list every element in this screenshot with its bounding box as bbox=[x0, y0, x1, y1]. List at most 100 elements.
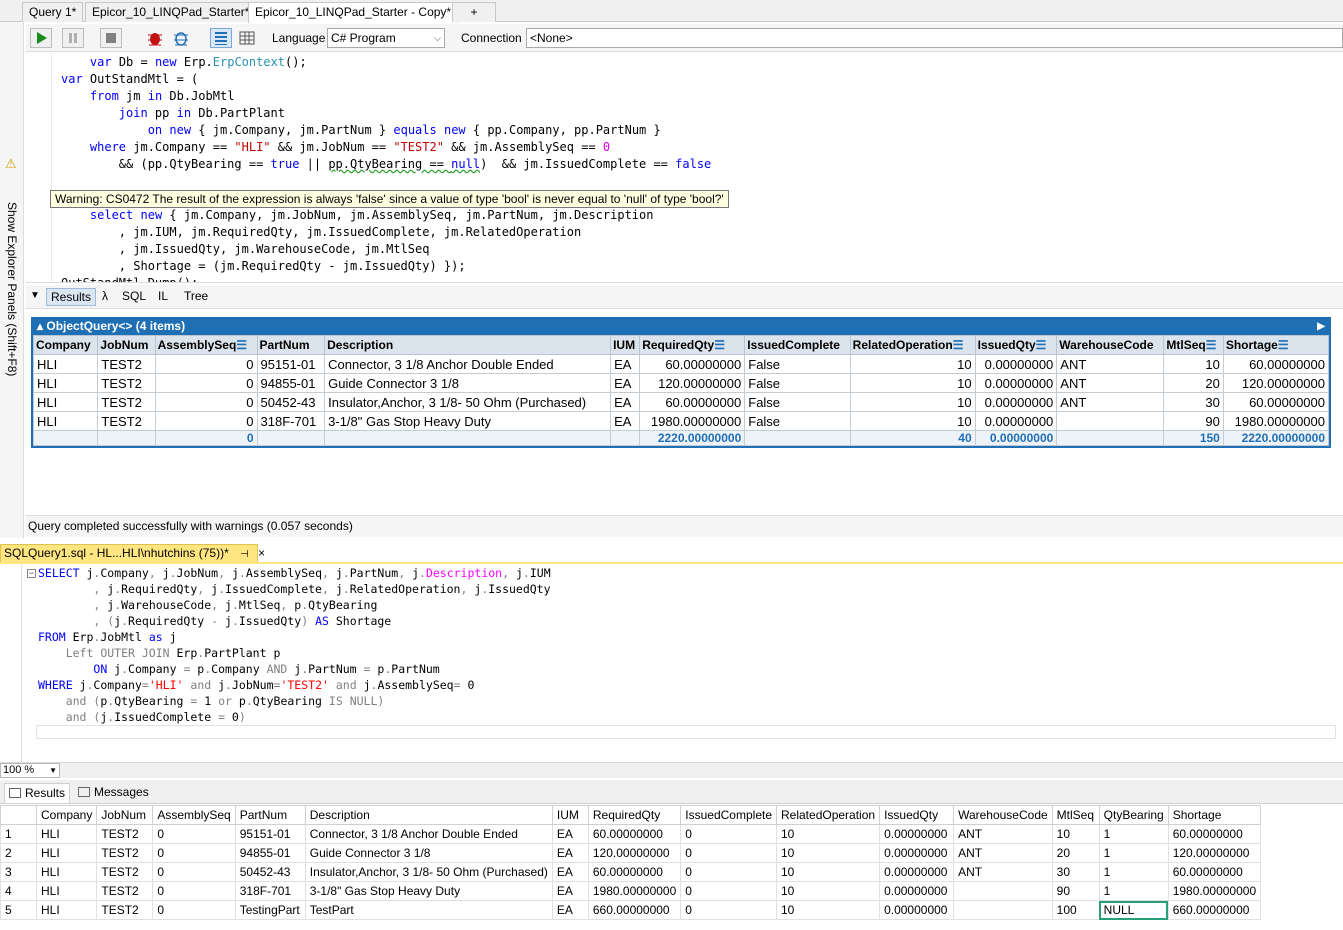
table-cell[interactable]: 0 bbox=[152, 881, 236, 901]
table-cell[interactable]: TEST2 bbox=[96, 862, 154, 882]
column-header[interactable]: IUM bbox=[610, 335, 641, 355]
table-cell[interactable]: 0.00000000 bbox=[879, 881, 955, 901]
table-cell[interactable]: 95151-01 bbox=[234, 824, 306, 844]
table-row[interactable]: 5 HLI TEST2 0 TestingPart TestPart EA 660.00000… bbox=[0, 900, 1262, 920]
language-select[interactable]: C# Program ⌵ bbox=[327, 28, 445, 48]
tab-sql[interactable]: SQL bbox=[118, 288, 150, 306]
row-number[interactable]: 2 bbox=[0, 843, 37, 863]
column-header[interactable]: MtlSeq bbox=[1051, 805, 1100, 825]
collapse-icon[interactable]: ▴ bbox=[37, 319, 43, 333]
table-cell[interactable]: TestingPart bbox=[234, 900, 306, 920]
table-cell[interactable]: 0 bbox=[680, 824, 777, 844]
new-tab-button[interactable]: + bbox=[452, 2, 496, 22]
table-cell[interactable]: 0 bbox=[680, 900, 777, 920]
column-header[interactable]: WarehouseCode bbox=[1056, 335, 1165, 355]
table-cell[interactable]: 10 bbox=[775, 843, 881, 863]
table-cell[interactable]: HLI bbox=[35, 862, 98, 882]
table-cell[interactable]: 0.00000000 bbox=[879, 900, 955, 920]
connection-select[interactable]: <None> bbox=[526, 28, 1343, 48]
tab-ssms-messages[interactable]: Messages bbox=[74, 783, 153, 803]
tab-results[interactable]: Results bbox=[46, 288, 97, 306]
table-cell[interactable]: 1 bbox=[1098, 862, 1169, 882]
column-header[interactable]: AssemblySeq bbox=[152, 805, 236, 825]
table-row[interactable]: 3 HLI TEST2 0 50452-43 Insulator,Anchor, 3 1/… bbox=[0, 862, 1262, 882]
tab-linqpad-starter-copy[interactable]: Epicor_10_LINQPad_Starter - Copy* bbox=[248, 2, 459, 23]
pin-icon[interactable]: ⊣ bbox=[240, 549, 249, 560]
table-cell[interactable]: HLI bbox=[35, 843, 98, 863]
row-number[interactable]: 3 bbox=[0, 862, 37, 882]
table-cell[interactable]: Connector, 3 1/8 Anchor Double Ended bbox=[304, 824, 553, 844]
tab-il[interactable]: IL bbox=[154, 288, 172, 306]
table-cell[interactable]: 0 bbox=[152, 824, 236, 844]
explorer-sidebar[interactable]: Show Explorer Panels (Shift+F8) ⚠ bbox=[0, 22, 24, 538]
tab-ssms-results[interactable]: Results bbox=[4, 783, 71, 803]
table-cell[interactable]: 3-1/8" Gas Stop Heavy Duty bbox=[304, 881, 553, 901]
debug-button[interactable] bbox=[144, 28, 166, 48]
table-cell[interactable]: 10 bbox=[775, 862, 881, 882]
table-cell[interactable]: TEST2 bbox=[96, 824, 154, 844]
expand-right-icon[interactable]: ▶ bbox=[1317, 319, 1325, 334]
table-cell[interactable]: 50452-43 bbox=[234, 862, 306, 882]
column-header[interactable]: AssemblySeq☰ bbox=[154, 335, 258, 355]
table-cell[interactable]: HLI bbox=[35, 881, 98, 901]
column-header[interactable]: IssuedQty☰ bbox=[974, 335, 1058, 355]
table-cell[interactable]: EA bbox=[551, 824, 589, 844]
code-editor[interactable]: var Db = new Erp.ErpContext(); var OutSt… bbox=[26, 53, 1343, 283]
table-cell[interactable]: 1 bbox=[1098, 881, 1169, 901]
table-cell[interactable]: 1 bbox=[1098, 824, 1169, 844]
column-header[interactable]: Shortage bbox=[1167, 805, 1262, 825]
row-number[interactable]: 5 bbox=[0, 900, 37, 920]
sum-toggle-icon[interactable]: ☰ bbox=[953, 338, 964, 352]
rich-text-results-button[interactable] bbox=[210, 28, 232, 48]
table-cell[interactable]: EA bbox=[551, 843, 589, 863]
table-cell[interactable]: 0.00000000 bbox=[879, 843, 955, 863]
column-header[interactable]: Company bbox=[32, 335, 99, 355]
table-cell[interactable]: 60.00000000 bbox=[587, 824, 682, 844]
column-header[interactable]: JobNum bbox=[96, 805, 154, 825]
table-row[interactable]: 4 HLI TEST2 0 318F-701 3-1/8" Gas Stop Heavy … bbox=[0, 881, 1262, 901]
column-header[interactable]: WarehouseCode bbox=[953, 805, 1053, 825]
column-header[interactable]: IssuedComplete bbox=[680, 805, 777, 825]
table-cell[interactable]: 0 bbox=[680, 843, 777, 863]
table-cell[interactable]: HLI bbox=[35, 824, 98, 844]
table-cell[interactable]: ANT bbox=[953, 862, 1053, 882]
table-cell[interactable]: 20 bbox=[1051, 843, 1100, 863]
table-cell[interactable]: 0 bbox=[680, 881, 777, 901]
column-header[interactable]: PartNum bbox=[256, 335, 326, 355]
table-cell[interactable]: 0 bbox=[152, 862, 236, 882]
table-cell[interactable]: 0.00000000 bbox=[879, 862, 955, 882]
zoom-select[interactable]: 100 % ▼ bbox=[0, 763, 60, 778]
run-button[interactable] bbox=[30, 28, 52, 48]
table-cell[interactable]: 120.00000000 bbox=[1167, 843, 1262, 863]
column-header[interactable]: Company bbox=[35, 805, 98, 825]
column-header[interactable]: Description bbox=[324, 335, 612, 355]
sum-toggle-icon[interactable]: ☰ bbox=[1206, 338, 1217, 352]
column-header[interactable]: IUM bbox=[551, 805, 589, 825]
collapse-toggle-icon[interactable]: − bbox=[27, 569, 36, 578]
sum-toggle-icon[interactable]: ☰ bbox=[1278, 338, 1289, 352]
column-header[interactable]: JobNum bbox=[97, 335, 156, 355]
table-cell[interactable]: EA bbox=[551, 881, 589, 901]
table-cell[interactable]: HLI bbox=[35, 900, 98, 920]
object-query-header[interactable]: ▴ ObjectQuery<> (4 items) ▶ bbox=[33, 319, 1329, 335]
table-row[interactable]: 2 HLI TEST2 0 94855-01 Guide Connector 3 1/8 E… bbox=[0, 843, 1262, 863]
table-cell[interactable]: NULL bbox=[1098, 900, 1169, 920]
collapse-results-icon[interactable]: ▼ bbox=[30, 290, 40, 301]
table-cell[interactable]: 10 bbox=[775, 824, 881, 844]
table-cell[interactable]: 0 bbox=[152, 900, 236, 920]
table-cell[interactable]: 60.00000000 bbox=[1167, 862, 1262, 882]
table-cell[interactable]: 1980.00000000 bbox=[1167, 881, 1262, 901]
table-cell[interactable]: 0 bbox=[680, 862, 777, 882]
table-cell[interactable]: 10 bbox=[775, 900, 881, 920]
table-cell[interactable]: EA bbox=[551, 862, 589, 882]
table-cell[interactable]: 94855-01 bbox=[234, 843, 306, 863]
table-cell[interactable]: TEST2 bbox=[96, 900, 154, 920]
row-number[interactable]: 1 bbox=[0, 824, 37, 844]
row-number[interactable]: 4 bbox=[0, 881, 37, 901]
table-cell[interactable]: ANT bbox=[953, 824, 1053, 844]
table-cell[interactable]: TEST2 bbox=[96, 881, 154, 901]
table-cell[interactable]: 660.00000000 bbox=[1167, 900, 1262, 920]
table-cell[interactable]: TestPart bbox=[304, 900, 553, 920]
table-cell[interactable]: ANT bbox=[953, 843, 1053, 863]
table-cell[interactable]: 60.00000000 bbox=[1167, 824, 1262, 844]
